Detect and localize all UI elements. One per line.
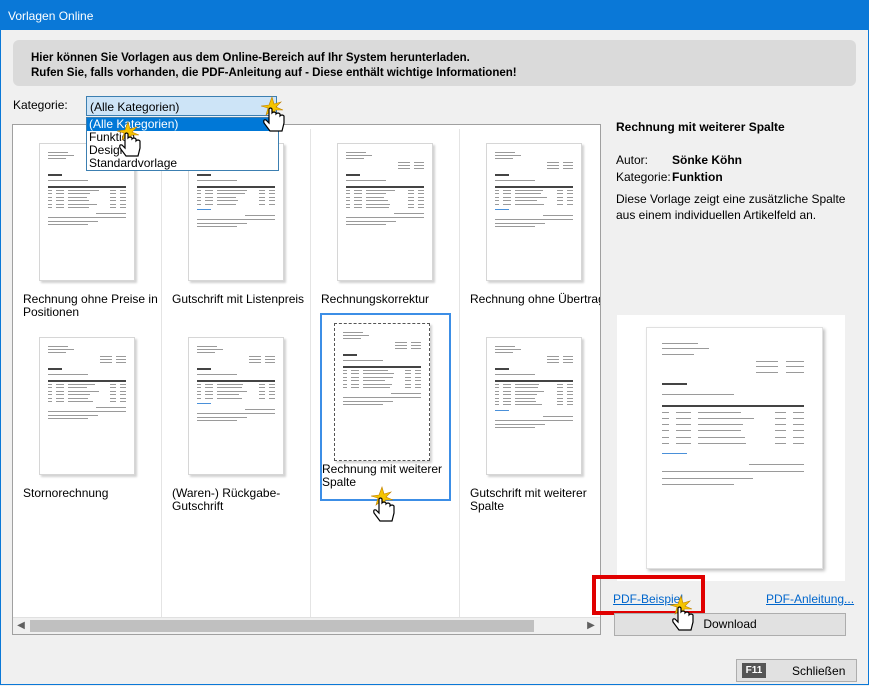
close-button-label: Schließen — [792, 664, 846, 678]
template-label: Gutschrift mit weiterer Spalte — [470, 486, 587, 513]
detail-category-row: Kategorie: Funktion — [616, 170, 723, 184]
window-titlebar: Vorlagen Online — [0, 0, 869, 30]
f11-key-badge: F11 — [742, 663, 766, 678]
window-title: Vorlagen Online — [8, 9, 94, 23]
template-label: Stornorechnung — [23, 486, 109, 500]
hand-pointer-icon — [116, 121, 141, 157]
column-divider — [310, 129, 311, 617]
template-tile-4[interactable]: Rechnung ohne Übertrag — [470, 131, 601, 321]
author-value: Sönke Köhn — [672, 153, 743, 167]
template-thumbnail — [486, 337, 582, 475]
download-button[interactable]: Download — [614, 613, 846, 636]
template-thumbnail — [39, 337, 135, 475]
template-preview — [617, 315, 845, 581]
close-button[interactable]: F11 Schließen — [736, 659, 857, 682]
detail-category-value: Funktion — [672, 170, 723, 184]
detail-category-label: Kategorie: — [616, 170, 671, 184]
template-label: Rechnungskorrektur — [321, 292, 430, 306]
scroll-left-icon[interactable]: ◀ — [14, 620, 28, 631]
column-divider — [459, 129, 460, 617]
scroll-right-icon[interactable]: ▶ — [584, 620, 598, 631]
hand-pointer-icon — [669, 595, 694, 631]
template-thumbnail — [337, 143, 433, 281]
scrollbar-thumb[interactable] — [30, 620, 534, 632]
category-label: Kategorie: — [13, 98, 68, 112]
category-select[interactable]: (Alle Kategorien) — [86, 96, 277, 116]
info-line-1: Hier können Sie Vorlagen aus dem Online-… — [31, 52, 470, 64]
preview-page — [646, 327, 823, 569]
template-label: Gutschrift mit Listenpreis — [172, 292, 305, 306]
detail-author-row: Autor: Sönke Köhn — [616, 153, 742, 167]
template-thumbnail — [334, 323, 430, 461]
column-divider — [161, 129, 162, 617]
template-tile-5[interactable]: Stornorechnung — [23, 325, 157, 515]
template-thumbnail — [188, 337, 284, 475]
template-tile-8[interactable]: Gutschrift mit weiterer Spalte — [470, 325, 600, 515]
template-thumbnail — [486, 143, 582, 281]
detail-description: Diese Vorlage zeigt eine zusätzliche Spa… — [616, 192, 846, 222]
template-label: Rechnung ohne Preise in Positionen — [23, 292, 158, 319]
template-tile-7-selected[interactable]: Rechnung mit weiterer Spalte — [320, 313, 451, 501]
info-banner: Hier können Sie Vorlagen aus dem Online-… — [13, 40, 856, 86]
author-label: Autor: — [616, 153, 649, 167]
template-label: (Waren-) Rückgabe-Gutschrift — [172, 486, 281, 513]
template-tile-6[interactable]: (Waren-) Rückgabe-Gutschrift — [172, 325, 306, 515]
pdf-manual-link[interactable]: PDF-Anleitung... — [766, 592, 854, 606]
info-line-2: Rufen Sie, falls vorhanden, die PDF-Anle… — [31, 67, 517, 79]
template-label: Rechnung ohne Übertrag — [470, 292, 601, 306]
gallery-horizontal-scrollbar[interactable]: ◀ ▶ — [13, 617, 600, 634]
template-gallery[interactable]: Rechnung ohne Preise in Positionen Gutsc… — [12, 124, 601, 635]
template-tile-3[interactable]: Rechnungskorrektur — [321, 131, 455, 321]
hand-pointer-icon — [260, 96, 285, 132]
detail-title: Rechnung mit weiterer Spalte — [616, 120, 785, 134]
hand-pointer-icon — [370, 486, 395, 522]
